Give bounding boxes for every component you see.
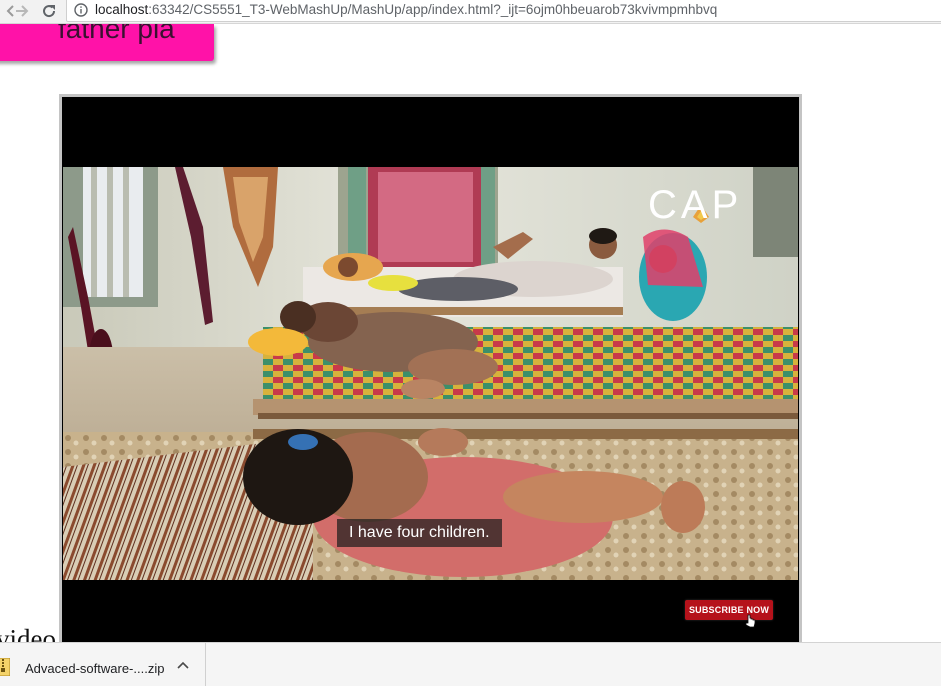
- forward-button[interactable]: [11, 0, 33, 22]
- card-text: father pla: [58, 24, 175, 44]
- address-bar[interactable]: localhost:63342/CS5551_T3-WebMashUp/Mash…: [66, 0, 941, 22]
- channel-logo: CAP: [648, 183, 743, 227]
- video-caption: I have four children.: [337, 519, 502, 547]
- subscribe-button[interactable]: SUBSCRIBE NOW: [685, 600, 773, 620]
- profile-card[interactable]: father pla: [0, 24, 214, 61]
- url-host: localhost: [95, 2, 149, 17]
- download-bar: Advaced-software-....zip: [0, 642, 941, 686]
- browser-window: localhost:63342/CS5551_T3-WebMashUp/Mash…: [0, 0, 941, 686]
- video-player[interactable]: CAP I have four children. SUBSCRIBE NOW: [59, 94, 802, 660]
- reload-icon: [43, 5, 56, 18]
- download-item[interactable]: Advaced-software-....zip: [0, 643, 206, 686]
- zip-file-icon: [0, 658, 10, 676]
- url-text: localhost:63342/CS5551_T3-WebMashUp/Mash…: [95, 2, 717, 17]
- url-path: :63342/CS5551_T3-WebMashUp/MashUp/app/in…: [148, 2, 718, 17]
- forward-arrow-icon: [16, 5, 29, 17]
- reload-button[interactable]: [38, 0, 60, 22]
- download-file-name: Advaced-software-....zip: [25, 661, 165, 676]
- mouse-pointer-icon: [745, 614, 756, 628]
- info-icon[interactable]: [74, 3, 88, 17]
- browser-toolbar: localhost:63342/CS5551_T3-WebMashUp/Mash…: [0, 0, 941, 24]
- chevron-up-icon[interactable]: [176, 659, 190, 671]
